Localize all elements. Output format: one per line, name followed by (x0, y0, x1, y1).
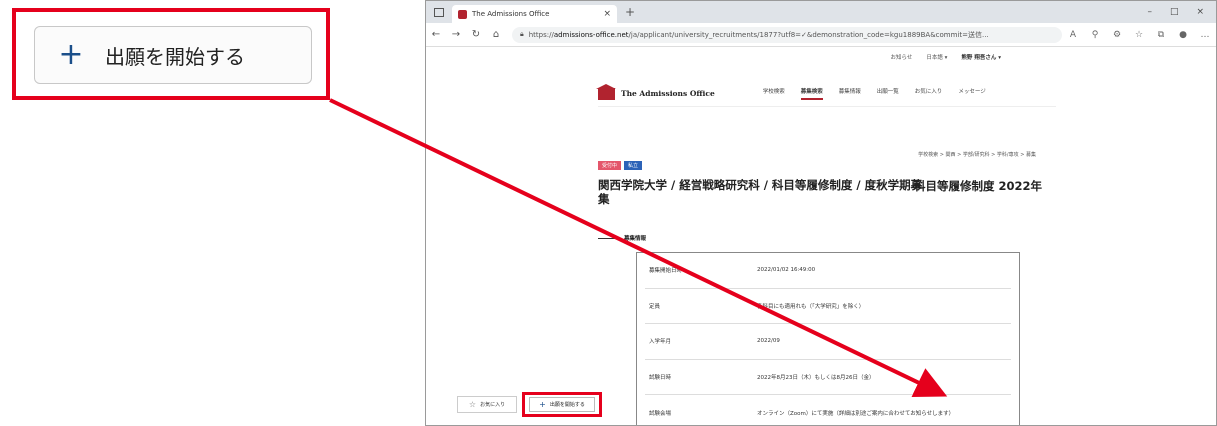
browser-tab[interactable]: The Admissions Office × (452, 5, 617, 23)
type-badge: 私立 (624, 161, 643, 170)
collections-icon[interactable]: ⧉ (1150, 30, 1172, 40)
info-row: 試験日時 2022年8月23日（木）もしくは8月26日（金） (645, 360, 1011, 396)
tab-close-icon[interactable]: × (603, 9, 611, 19)
title-bar: The Admissions Office × + – □ × (426, 1, 1216, 23)
site-logo-text[interactable]: The Admissions Office (621, 89, 715, 98)
info-row: 試験会場 オンライン（Zoom）にて実施（詳細は別途ご案内に合わせてお知らせしま… (645, 395, 1011, 425)
nav-school-search[interactable]: 学校検索 (763, 87, 785, 100)
plus-icon: + (539, 400, 546, 409)
callout-start-application-button[interactable]: + 出願を開始する (34, 26, 312, 84)
start-application-button[interactable]: + 出願を開始する (529, 397, 595, 412)
maximize-button[interactable]: □ (1170, 7, 1179, 17)
favorite-label: お気に入り (480, 402, 506, 408)
section-heading-label: 募集情報 (624, 236, 647, 242)
info-label: 試験会場 (649, 411, 672, 418)
page-title: 関西学院大学 / 経営戦略研究科 / 科目等履修制度 / 度秋学期募集 (598, 178, 923, 206)
info-value: 2022/09 (757, 338, 780, 345)
window-controls: – □ × (1147, 7, 1204, 17)
zoom-callout: + 出願を開始する (12, 8, 330, 100)
star-icon: ☆ (468, 400, 477, 409)
info-label: 試験日時 (649, 375, 672, 382)
nav-recruitment-search[interactable]: 募集検索 (800, 87, 823, 100)
site-favicon-icon (458, 9, 467, 19)
status-badge: 受付中 (598, 161, 622, 170)
section-divider (598, 237, 618, 239)
info-value: 2022年8月23日（木）もしくは8月26日（金） (757, 375, 875, 382)
info-row: 募集開始日時 2022/01/02 16:49:00 (645, 253, 1011, 289)
tab-title: The Admissions Office (472, 10, 550, 18)
profile-icon[interactable]: ● (1172, 30, 1194, 40)
start-application-label: 出願を開始する (549, 402, 585, 408)
web-page: お知らせ 日本語 ▾ 熊野 翔吾さん ▾ The Admissions Offi… (426, 47, 1216, 425)
zoom-icon[interactable]: ⚲ (1084, 30, 1106, 40)
recruitment-info-table: 募集開始日時 2022/01/02 16:49:00 定員 各科目にも適用れも（… (636, 252, 1020, 425)
info-value: オンライン（Zoom）にて実施（詳細は別途ご案内に合わせてお知らせします） (757, 411, 955, 418)
nav-application-list[interactable]: 出願一覧 (877, 87, 899, 100)
nav-links: 学校検索 募集検索 募集情報 出願一覧 お気に入り メッセージ (763, 87, 986, 100)
section-heading: 募集情報 (598, 234, 646, 242)
nav-favorites[interactable]: お気に入り (915, 87, 943, 100)
url-path: /ja/applicant/university_recruitments/18… (628, 30, 989, 39)
nav-recruitment-info[interactable]: 募集情報 (839, 87, 861, 100)
address-bar: ← → ↻ ⌂ 🔒︎ https://admissions-office.net… (426, 23, 1216, 47)
url-scheme: https:// (528, 30, 554, 39)
forward-icon[interactable]: → (446, 29, 466, 40)
site-navigation: The Admissions Office 学校検索 募集検索 募集情報 出願一… (596, 83, 1056, 107)
info-row: 入学年月 2022/09 (645, 324, 1011, 360)
close-window-button[interactable]: × (1196, 7, 1204, 17)
page-subtitle: 科目等履修制度 2022年 (914, 179, 1043, 193)
status-badges: 受付中 私立 (598, 161, 643, 170)
top-menu: お知らせ 日本語 ▾ 熊野 翔吾さん ▾ (891, 53, 1002, 61)
favorites-icon[interactable]: ☆ (1128, 30, 1150, 40)
plus-icon: + (58, 37, 84, 72)
window-menu-icon[interactable] (434, 7, 444, 17)
info-label: 入学年月 (649, 339, 672, 346)
info-label: 募集開始日時 (649, 268, 683, 275)
info-row: 定員 各科目にも適用れも（「大学研究」を除く） (645, 289, 1011, 325)
read-aloud-icon[interactable]: A (1062, 30, 1084, 40)
logo-icon (596, 83, 616, 100)
browser-window: The Admissions Office × + – □ × ← → ↻ ⌂ … (425, 0, 1217, 426)
breadcrumb[interactable]: 学校検索 > 関西 > 学部/研究科 > 学科/専攻 > 募集 (918, 151, 1036, 158)
info-value: 各科目にも適用れも（「大学研究」を除く） (757, 303, 865, 310)
home-icon[interactable]: ⌂ (486, 29, 506, 40)
top-menu-news[interactable]: お知らせ (891, 53, 913, 61)
user-menu[interactable]: 熊野 翔吾さん ▾ (961, 53, 1001, 61)
info-label: 定員 (649, 303, 661, 310)
extensions-icon[interactable]: ⚙ (1106, 30, 1128, 40)
new-tab-button[interactable]: + (625, 5, 635, 19)
language-selector[interactable]: 日本語 ▾ (926, 53, 947, 61)
start-application-highlight: + 出願を開始する (522, 392, 602, 417)
minimize-button[interactable]: – (1147, 7, 1152, 17)
favorite-button[interactable]: ☆ お気に入り (457, 396, 517, 413)
url-field[interactable]: 🔒︎ https://admissions-office.net/ja/appl… (512, 26, 1062, 43)
reload-icon[interactable]: ↻ (466, 29, 486, 40)
lock-icon: 🔒︎ (520, 30, 524, 38)
url-host: admissions-office.net (553, 30, 629, 39)
info-value: 2022/01/02 16:49:00 (757, 267, 816, 274)
more-icon[interactable]: … (1194, 30, 1216, 40)
back-icon[interactable]: ← (426, 29, 446, 40)
callout-button-label: 出願を開始する (105, 44, 245, 69)
nav-messages[interactable]: メッセージ (958, 87, 985, 100)
